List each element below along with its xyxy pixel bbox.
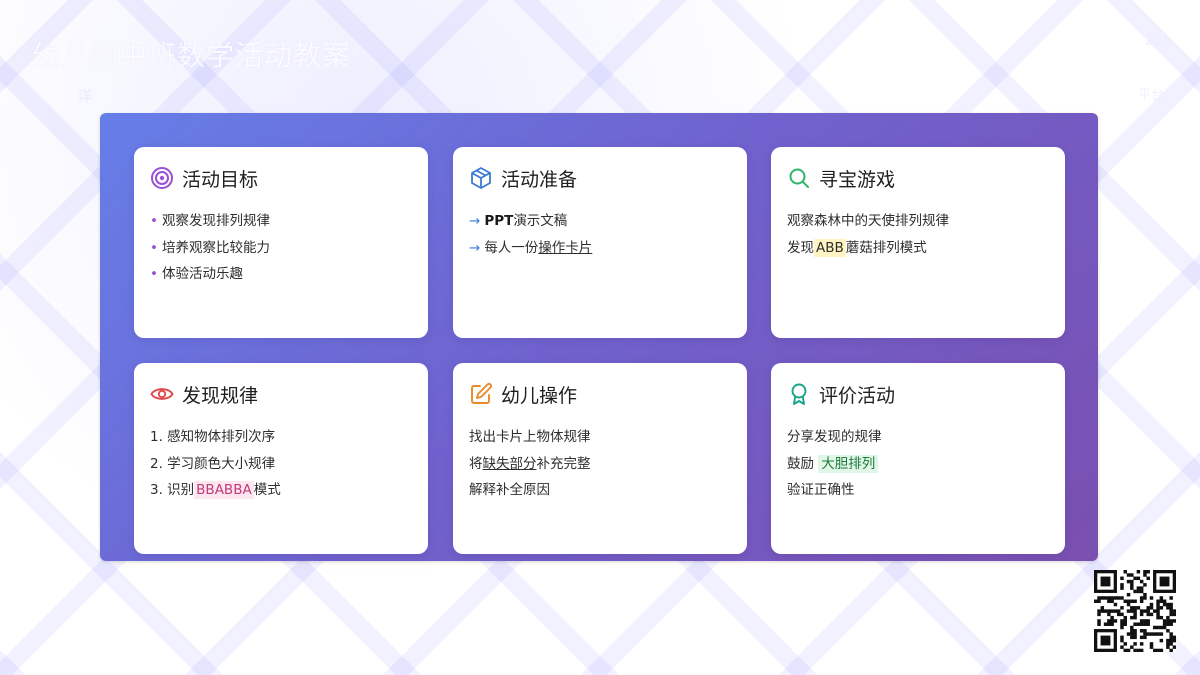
list-item: 观察森林中的天使排列规律 [787,213,949,229]
list-item: • 观察发现排列规律 [150,208,412,235]
list-item: 分享发现的规律 [787,429,882,445]
list-item-text: 3. 识别 [150,482,195,498]
list-item: 解释补全原因 [469,482,550,498]
list-item: • 体验活动乐趣 [150,261,412,288]
list-item-text: 将 [469,455,483,472]
list-item: • 培养观察比较能力 [150,235,412,262]
highlight-text: 大胆排列 [818,454,879,473]
card-activity-prep: 活动准备 → PPT演示文稿 → 每人一份操作卡片 [453,147,747,338]
card-treasure-game: 寻宝游戏 观察森林中的天使排列规律 发现 ABB 蘑菇排列模式 [771,147,1065,338]
list-item-text: 每人一份 [484,239,539,256]
list-item-text: 培养观察比较能力 [161,239,270,256]
card-title: 寻宝游戏 [819,168,896,191]
list-item: 将缺失部分补充完整 [469,451,731,478]
card-child-operation: 幼儿操作 找出卡片上物体规律 将缺失部分补充完整 解释补全原因 [453,363,747,554]
list-item: → 每人一份操作卡片 [469,235,731,262]
box-icon [469,166,493,190]
bullet-marker: • [150,239,158,256]
search-icon [787,166,811,190]
list-item: 找出卡片上物体规律 [469,429,591,445]
card-discover-rules: 发现规律 1. 感知物体排列次序 2. 学习颜色大小规律 3. 识别 BBABBA… [134,363,428,554]
list-item-text: 补充完整 [536,455,591,472]
underlined-text: 缺失部分 [482,455,537,472]
list-item: 鼓励 大胆排列 [787,451,1049,478]
header-meta-bottom: 平台 [1137,88,1164,103]
list-item-text: 鼓励 [787,455,814,472]
list-item-text: 演示文稿 [513,213,568,229]
edit-icon [469,382,493,406]
arrow-marker: → [469,239,481,256]
target-icon [150,166,174,190]
eye-icon [150,382,174,406]
list-item: 1. 感知物体排列次序 [150,429,276,445]
list-item: → PPT演示文稿 [469,208,731,235]
page-subtitle: 洋 [78,89,92,105]
card-evaluation: 评价活动 分享发现的规律 鼓励 大胆排列 验证正确性 [771,363,1065,554]
card-title: 活动准备 [501,168,578,191]
list-item-text: 模式 [253,482,281,498]
bullet-marker: • [150,213,158,229]
card-activity-goals: 活动目标 • 观察发现排列规律 • 培养观察比较能力 • 体验活动乐趣 [134,147,428,338]
page-title: 幼儿园中班数学活动教案 [32,39,352,72]
list-item-strong: PPT [484,213,514,229]
list-item-text: 观察发现排列规律 [161,213,270,229]
list-item: 验证正确性 [787,482,855,498]
qr-code [1094,570,1177,653]
list-item: 发现 ABB 蘑菇排列模式 [787,235,1049,262]
card-title: 发现规律 [182,384,259,407]
highlight-text: BBABBA [194,481,254,499]
list-item: 3. 识别 BBABBA 模式 [150,477,412,504]
list-item: 2. 学习颜色大小规律 [150,455,276,472]
card-title: 幼儿操作 [501,384,578,407]
arrow-marker: → [469,213,481,229]
bullet-marker: • [150,266,158,282]
list-item-text: 体验活动乐趣 [161,266,243,282]
card-title: 评价活动 [819,384,896,407]
list-item-text: 蘑菇排列模式 [845,239,927,256]
list-item-text: 发现 [787,239,814,256]
header-meta-top: 201 [1145,34,1170,49]
highlight-text: ABB [814,238,846,257]
award-icon [787,382,811,406]
underlined-text: 操作卡片 [538,239,593,256]
card-title: 活动目标 [182,168,259,191]
content-panel: 活动目标 • 观察发现排列规律 • 培养观察比较能力 • 体验活动乐趣 活动准备 → P… [100,113,1098,561]
